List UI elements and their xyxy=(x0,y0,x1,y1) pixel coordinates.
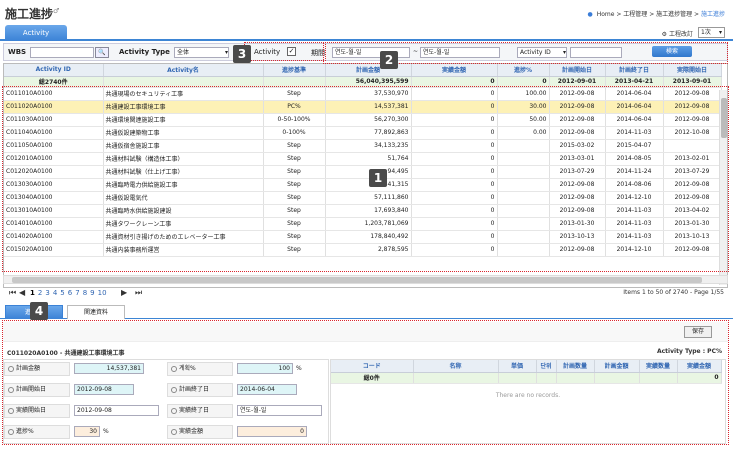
breadcrumb-item[interactable]: 施工進捗管理 xyxy=(656,11,692,18)
revision-select[interactable]: 1次 ▾ xyxy=(698,27,725,38)
page-title: 施工進捗♂ xyxy=(5,7,60,21)
breadcrumb-item[interactable]: 工程管理 xyxy=(623,11,647,18)
wbs-input[interactable] xyxy=(30,47,94,58)
annotation-badge-3: 3 xyxy=(233,45,251,63)
grid-column-header[interactable]: 計画開始日 xyxy=(549,64,606,77)
tab-activity[interactable]: Activity xyxy=(5,25,67,41)
grid-column-header[interactable]: 計画終了日 xyxy=(605,64,664,77)
annotation-badge-1: 1 xyxy=(369,169,387,187)
revision-label: ⚙ 工程改訂 xyxy=(661,31,693,38)
pager: ⏮ ◀ 1 2 3 4 5 6 7 8 9 10 ▶ ⏭ Items 1 to 50 of 274… xyxy=(3,288,728,298)
page-link[interactable]: 9 xyxy=(90,289,94,297)
page-link[interactable]: 2 xyxy=(38,289,42,297)
grid-column-header[interactable]: 計画金額 xyxy=(325,64,412,77)
prev-page-icon[interactable]: ◀ xyxy=(19,288,25,297)
annotation-box-3 xyxy=(244,42,326,61)
page-link[interactable]: 7 xyxy=(75,289,79,297)
chevron-down-icon: ▾ xyxy=(718,29,722,36)
home-icon[interactable]: ● xyxy=(588,11,593,18)
grid-column-header[interactable]: 進捗基準 xyxy=(263,64,326,77)
page-link[interactable]: 1 xyxy=(30,289,35,297)
grid-column-header[interactable]: 実際開始日 xyxy=(663,64,722,77)
activity-type-label: Activity Type xyxy=(119,48,170,56)
annotation-box-1 xyxy=(2,86,729,272)
grid-column-header[interactable]: 実績金額 xyxy=(411,64,498,77)
page-link[interactable]: 4 xyxy=(53,289,57,297)
next-page-icon[interactable]: ▶ xyxy=(121,288,127,297)
page-link[interactable]: 3 xyxy=(45,289,49,297)
search-icon[interactable]: 🔍 xyxy=(95,47,109,58)
activity-type-select[interactable]: 全体 ▾ xyxy=(174,47,229,58)
last-page-icon[interactable]: ⏭ xyxy=(135,288,142,298)
breadcrumb: ● Home > 工程管理 > 施工進捗管理 > 施工進捗 xyxy=(587,11,725,18)
settings-icon: ⚙ xyxy=(661,31,668,38)
page-link[interactable]: 8 xyxy=(83,289,87,297)
chevron-down-icon: ▾ xyxy=(224,49,228,56)
first-page-icon[interactable]: ⏮ xyxy=(9,288,16,298)
grid-column-header[interactable]: Activity ID xyxy=(4,64,104,77)
horizontal-scrollbar[interactable] xyxy=(3,275,728,284)
info-icon: ♂ xyxy=(53,7,60,15)
annotation-box-4 xyxy=(2,320,729,445)
annotation-badge-2: 2 xyxy=(380,51,398,69)
wbs-label: WBS xyxy=(8,48,27,56)
breadcrumb-home[interactable]: Home xyxy=(597,11,615,18)
grid-column-header[interactable]: Activity名 xyxy=(103,64,264,77)
tab-bar xyxy=(0,25,733,41)
tab-documents[interactable]: 関連資料 xyxy=(67,305,125,319)
page-link[interactable]: 5 xyxy=(60,289,64,297)
page-link[interactable]: 10 xyxy=(98,289,107,297)
annotation-badge-4: 4 xyxy=(30,302,48,320)
page-link[interactable]: 6 xyxy=(68,289,72,297)
breadcrumb-current: 施工進捗 xyxy=(700,11,725,18)
scroll-thumb[interactable] xyxy=(12,277,702,283)
page-info: Items 1 to 50 of 2740 - Page 1/55 xyxy=(623,289,724,296)
grid-column-header[interactable]: 進捗% xyxy=(497,64,550,77)
page-numbers[interactable]: 1 2 3 4 5 6 7 8 9 10 xyxy=(30,289,110,297)
